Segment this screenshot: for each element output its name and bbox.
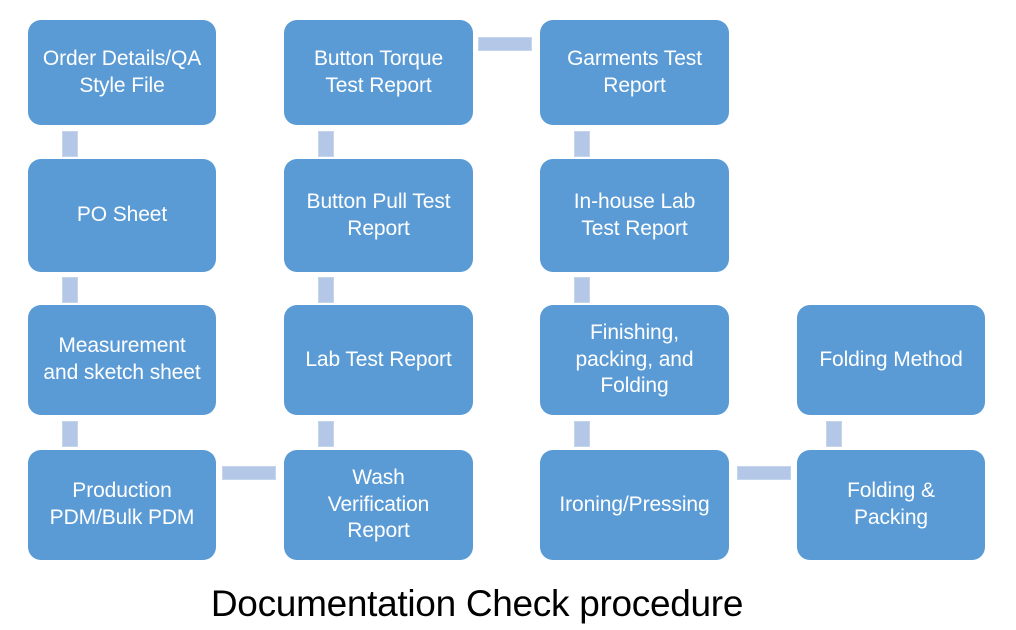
process-node-in-house-lab-test-report[interactable]: In-house Lab Test Report	[540, 159, 729, 272]
connector-button-pull-to-lab-test	[318, 277, 334, 303]
process-node-order-details[interactable]: Order Details/QA Style File	[28, 20, 216, 125]
connector-button-torque-to-button-pull	[318, 131, 334, 157]
diagram-canvas: Order Details/QA Style File PO Sheet Mea…	[0, 0, 1016, 630]
process-node-wash-verification-report[interactable]: Wash Verification Report	[284, 450, 473, 560]
process-node-finishing-packing-folding[interactable]: Finishing, packing, and Folding	[540, 305, 729, 415]
connector-lab-test-to-wash-verification	[318, 421, 334, 447]
process-node-folding-method[interactable]: Folding Method	[797, 305, 985, 415]
connector-po-sheet-to-measurement	[62, 277, 78, 303]
connector-ironing-to-folding-packing	[737, 466, 791, 480]
process-node-measurement-sketch-sheet[interactable]: Measurement and sketch sheet	[28, 305, 216, 415]
connector-finishing-to-ironing	[574, 421, 590, 447]
process-node-button-pull-test-report[interactable]: Button Pull Test Report	[284, 159, 473, 272]
process-node-lab-test-report[interactable]: Lab Test Report	[284, 305, 473, 415]
process-node-button-torque-test-report[interactable]: Button Torque Test Report	[284, 20, 473, 125]
connector-garments-test-to-in-house-lab	[574, 131, 590, 157]
connector-measurement-to-production-pdm	[62, 421, 78, 447]
process-node-garments-test-report[interactable]: Garments Test Report	[540, 20, 729, 125]
process-node-production-pdm[interactable]: Production PDM/Bulk PDM	[28, 450, 216, 560]
diagram-caption-text: Documentation Check procedure	[210, 583, 744, 624]
process-node-po-sheet[interactable]: PO Sheet	[28, 159, 216, 272]
connector-in-house-lab-to-finishing	[574, 277, 590, 303]
diagram-caption: Documentation Check procedure	[0, 582, 1016, 626]
process-node-ironing-pressing[interactable]: Ironing/Pressing	[540, 450, 729, 560]
connector-production-pdm-to-wash-verification	[222, 466, 276, 480]
process-node-folding-packing[interactable]: Folding & Packing	[797, 450, 985, 560]
connector-folding-method-to-folding-packing	[826, 421, 842, 447]
connector-button-torque-to-garments-test	[478, 37, 532, 51]
connector-order-details-to-po-sheet	[62, 131, 78, 157]
